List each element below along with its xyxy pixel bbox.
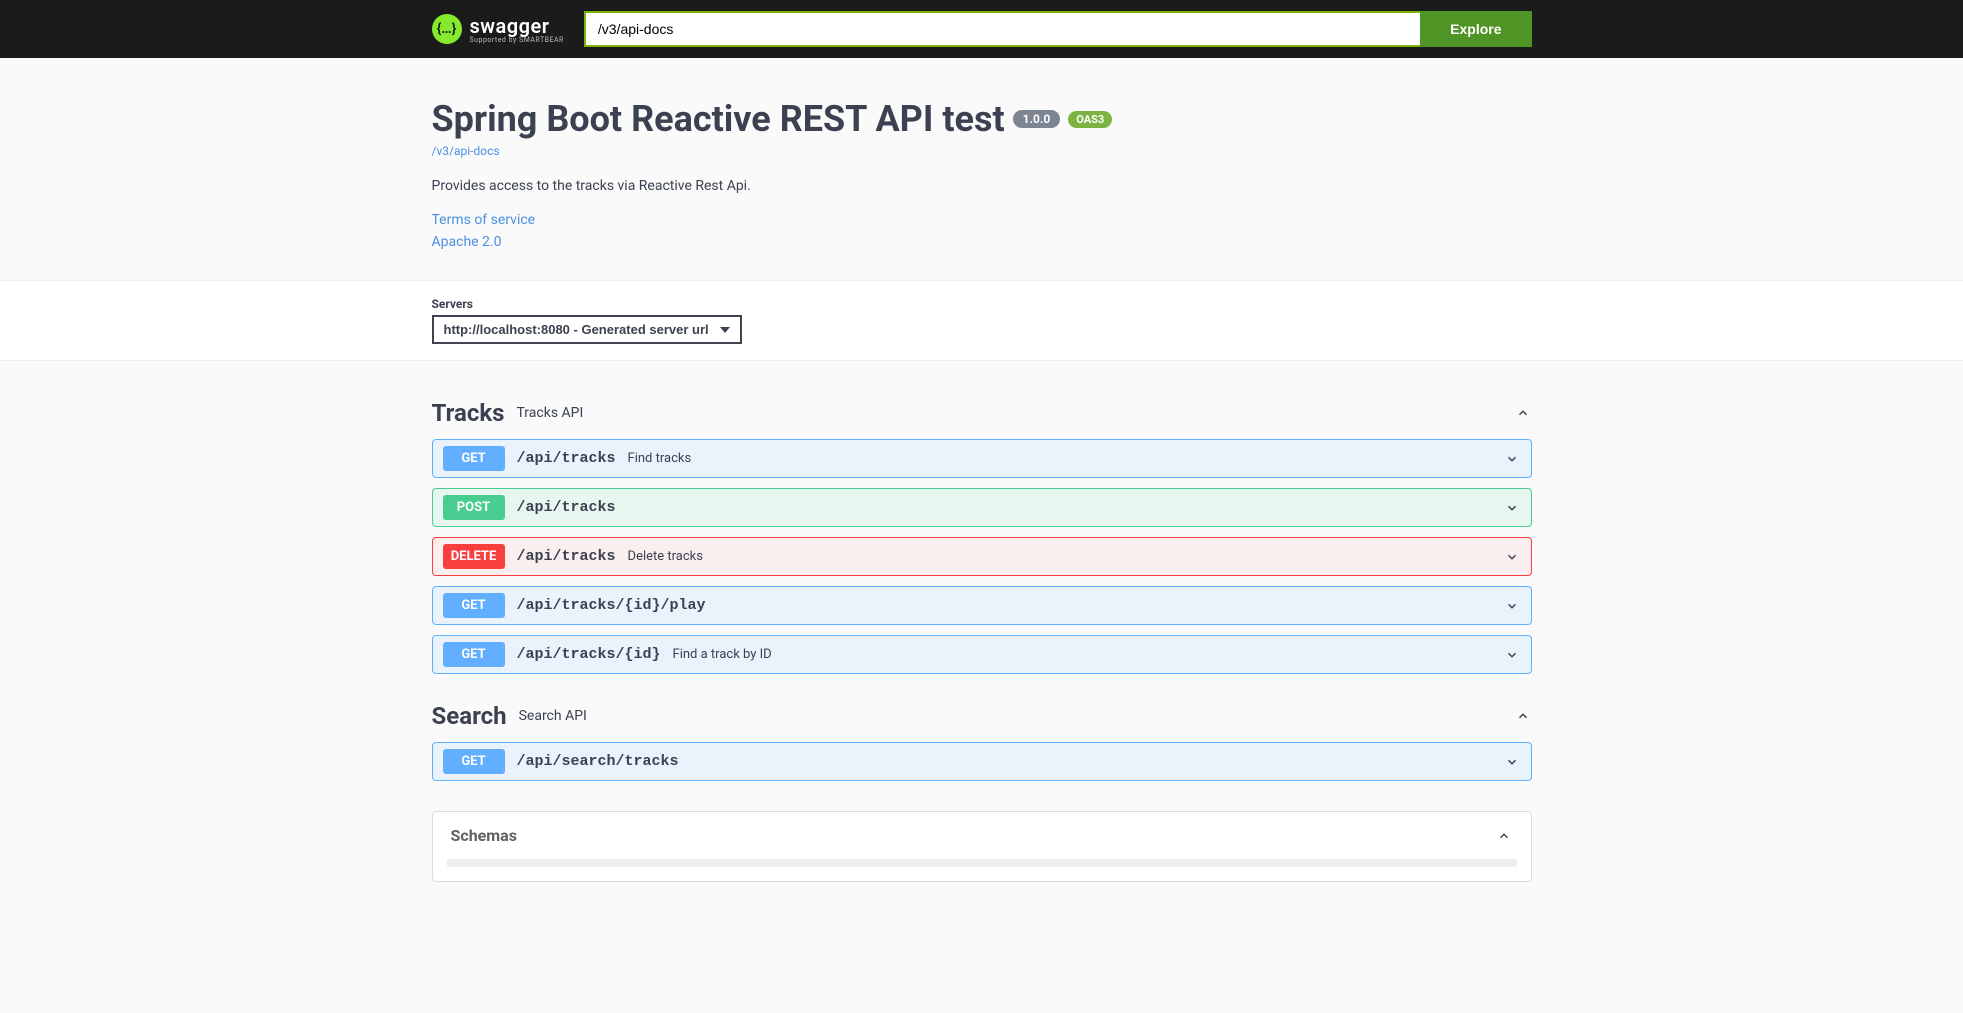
chevron-up-icon: [1514, 404, 1532, 422]
operation-row[interactable]: GET /api/search/tracks: [432, 742, 1532, 781]
operation-path: /api/tracks: [517, 450, 616, 467]
chevron-up-icon: [1495, 827, 1513, 845]
chevron-down-icon: [1503, 597, 1521, 615]
spec-link[interactable]: /v3/api-docs: [432, 144, 1532, 158]
tag-desc: Search API: [519, 708, 1502, 724]
operation-path: /api/tracks: [517, 548, 616, 565]
chevron-down-icon: [1503, 548, 1521, 566]
oas-badge: OAS3: [1068, 111, 1112, 128]
schemas-section: Schemas: [432, 811, 1532, 882]
tag-name: Tracks: [432, 399, 505, 427]
explore-button[interactable]: Explore: [1420, 11, 1531, 47]
operation-row[interactable]: GET /api/tracks/{id}/play: [432, 586, 1532, 625]
operation-summary: Delete tracks: [628, 549, 1491, 564]
chevron-down-icon: [1503, 753, 1521, 771]
method-badge: DELETE: [443, 544, 505, 569]
operation-row[interactable]: POST /api/tracks: [432, 488, 1532, 527]
operation-summary: Find a track by ID: [673, 647, 1491, 662]
schemas-title: Schemas: [451, 826, 1495, 845]
method-badge: GET: [443, 593, 505, 618]
chevron-up-icon: [1514, 707, 1532, 725]
api-title: Spring Boot Reactive REST API test 1.0.0…: [432, 98, 1113, 140]
operations-section: Tracks Tracks API GET /api/tracks Find t…: [0, 361, 1963, 922]
chevron-down-icon: [1503, 646, 1521, 664]
spec-url-form: Explore: [584, 11, 1532, 47]
operation-row[interactable]: DELETE /api/tracks Delete tracks: [432, 537, 1532, 576]
schemas-body: [433, 859, 1531, 881]
api-title-text: Spring Boot Reactive REST API test: [432, 98, 1005, 140]
tag-desc: Tracks API: [516, 405, 1501, 421]
topbar: {…} swagger Supported by SMARTBEAR Explo…: [0, 0, 1963, 58]
servers-select[interactable]: http://localhost:8080 - Generated server…: [432, 315, 742, 344]
operation-row[interactable]: GET /api/tracks/{id} Find a track by ID: [432, 635, 1532, 674]
operation-path: /api/tracks: [517, 499, 616, 516]
chevron-down-icon: [1503, 499, 1521, 517]
method-badge: GET: [443, 749, 505, 774]
method-badge: GET: [443, 642, 505, 667]
schemas-header[interactable]: Schemas: [433, 812, 1531, 859]
swagger-logo-icon: {…}: [432, 14, 462, 44]
operation-path: /api/tracks/{id}: [517, 646, 661, 663]
api-description: Provides access to the tracks via Reacti…: [432, 178, 1532, 194]
swagger-logo-sub: Supported by SMARTBEAR: [470, 36, 564, 44]
spec-url-input[interactable]: [584, 11, 1420, 47]
operation-summary: Find tracks: [628, 451, 1491, 466]
terms-of-service-link[interactable]: Terms of service: [432, 212, 1532, 228]
operation-path: /api/search/tracks: [517, 753, 679, 770]
version-badge: 1.0.0: [1013, 110, 1061, 128]
swagger-logo: {…} swagger Supported by SMARTBEAR: [432, 14, 564, 44]
schema-item: [447, 859, 1517, 867]
tag-header-tracks[interactable]: Tracks Tracks API: [432, 381, 1532, 439]
tag-header-search[interactable]: Search Search API: [432, 684, 1532, 742]
servers-section: Servers http://localhost:8080 - Generate…: [0, 280, 1963, 361]
operation-path: /api/tracks/{id}/play: [517, 597, 706, 614]
info-section: Spring Boot Reactive REST API test 1.0.0…: [0, 58, 1963, 280]
license-link[interactable]: Apache 2.0: [432, 234, 1532, 250]
chevron-down-icon: [1503, 450, 1521, 468]
method-badge: POST: [443, 495, 505, 520]
method-badge: GET: [443, 446, 505, 471]
operation-row[interactable]: GET /api/tracks Find tracks: [432, 439, 1532, 478]
tag-name: Search: [432, 702, 507, 730]
swagger-logo-text: swagger: [470, 14, 564, 38]
servers-label: Servers: [432, 297, 1532, 311]
